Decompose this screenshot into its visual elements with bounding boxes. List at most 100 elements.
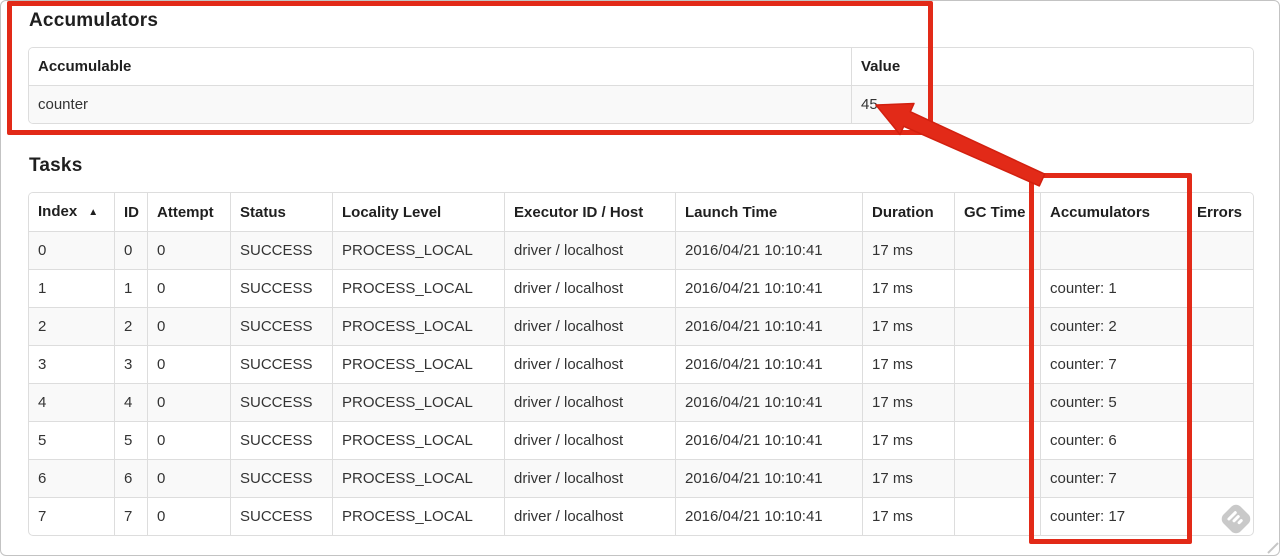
col-header-value[interactable]: Value: [851, 48, 1253, 85]
cell: driver / localhost: [504, 269, 675, 307]
accumulators-section-title: Accumulators: [29, 10, 159, 31]
cell: counter: 7: [1040, 345, 1187, 383]
cell: SUCCESS: [230, 497, 332, 535]
cell: 2016/04/21 10:10:41: [675, 269, 862, 307]
cell: 2016/04/21 10:10:41: [675, 497, 862, 535]
cell: [1040, 231, 1187, 269]
cell: 0: [147, 307, 230, 345]
cell: [1187, 307, 1253, 345]
cell: 2016/04/21 10:10:41: [675, 459, 862, 497]
cell: 0: [147, 421, 230, 459]
col-header-attempt[interactable]: Attempt: [147, 193, 230, 231]
table-row: 5 5 0 SUCCESS PROCESS_LOCAL driver / localhos…: [29, 421, 1253, 459]
table-row: 4 4 0 SUCCESS PROCESS_LOCAL driver / localhos…: [29, 383, 1253, 421]
cell: 0: [147, 269, 230, 307]
cell: 0: [147, 497, 230, 535]
col-header-gc-time[interactable]: GC Time: [954, 193, 1040, 231]
cell: PROCESS_LOCAL: [332, 459, 504, 497]
cell: 17 ms: [862, 459, 954, 497]
col-header-locality-level[interactable]: Locality Level: [332, 193, 504, 231]
col-header-id[interactable]: ID: [114, 193, 147, 231]
cell: PROCESS_LOCAL: [332, 307, 504, 345]
cell: 2016/04/21 10:10:41: [675, 231, 862, 269]
cell: [954, 345, 1040, 383]
tasks-section-title: Tasks: [29, 155, 83, 176]
cell: 6: [114, 459, 147, 497]
cell: SUCCESS: [230, 345, 332, 383]
table-row: 7 7 0 SUCCESS PROCESS_LOCAL driver / localhos…: [29, 497, 1253, 535]
cell: [954, 421, 1040, 459]
cell: 45: [851, 85, 1253, 123]
col-header-executor-id-host[interactable]: Executor ID / Host: [504, 193, 675, 231]
cell: counter: 7: [1040, 459, 1187, 497]
table-row: 2 2 0 SUCCESS PROCESS_LOCAL driver / localhos…: [29, 307, 1253, 345]
cell: 17 ms: [862, 383, 954, 421]
cell: SUCCESS: [230, 231, 332, 269]
cell: [954, 307, 1040, 345]
cell: 17 ms: [862, 269, 954, 307]
cell: PROCESS_LOCAL: [332, 497, 504, 535]
cell: [1187, 345, 1253, 383]
table-row: counter 45: [29, 85, 1253, 123]
cell: 17 ms: [862, 231, 954, 269]
col-header-accumulators[interactable]: Accumulators: [1040, 193, 1187, 231]
cell: SUCCESS: [230, 383, 332, 421]
cell: PROCESS_LOCAL: [332, 269, 504, 307]
cell: counter: 1: [1040, 269, 1187, 307]
cell: 17 ms: [862, 345, 954, 383]
col-header-accumulable[interactable]: Accumulable: [29, 48, 851, 85]
col-header-index-label: Index: [38, 203, 78, 220]
cell: 5: [114, 421, 147, 459]
cell: 7: [29, 497, 114, 535]
cell: counter: 2: [1040, 307, 1187, 345]
cell: 0: [147, 459, 230, 497]
cell: counter: 17: [1040, 497, 1187, 535]
col-header-launch-time[interactable]: Launch Time: [675, 193, 862, 231]
cell: 0: [147, 383, 230, 421]
cell: [954, 497, 1040, 535]
cell: 17 ms: [862, 421, 954, 459]
cell: driver / localhost: [504, 459, 675, 497]
cell: counter: 5: [1040, 383, 1187, 421]
cell: 1: [114, 269, 147, 307]
col-header-errors[interactable]: Errors: [1187, 193, 1253, 231]
cell: [1187, 421, 1253, 459]
cell: 0: [147, 345, 230, 383]
cell: 0: [114, 231, 147, 269]
cell: 3: [29, 345, 114, 383]
cell: 2016/04/21 10:10:41: [675, 307, 862, 345]
cell: [1187, 231, 1253, 269]
col-header-status[interactable]: Status: [230, 193, 332, 231]
table-row: 0 0 0 SUCCESS PROCESS_LOCAL driver / localhos…: [29, 231, 1253, 269]
cell: 17 ms: [862, 307, 954, 345]
cell: SUCCESS: [230, 459, 332, 497]
cell: 1: [29, 269, 114, 307]
tasks-table: Index ▲ ID Attempt Status Locality Level …: [28, 192, 1254, 536]
cell: 4: [29, 383, 114, 421]
cell: 2016/04/21 10:10:41: [675, 345, 862, 383]
cell: PROCESS_LOCAL: [332, 345, 504, 383]
cell: driver / localhost: [504, 231, 675, 269]
col-header-duration[interactable]: Duration: [862, 193, 954, 231]
cell: 17 ms: [862, 497, 954, 535]
cell: driver / localhost: [504, 421, 675, 459]
cell: 7: [114, 497, 147, 535]
cell: driver / localhost: [504, 345, 675, 383]
cell: SUCCESS: [230, 307, 332, 345]
cell: 0: [147, 231, 230, 269]
cell: [1187, 459, 1253, 497]
table-row: 6 6 0 SUCCESS PROCESS_LOCAL driver / localhos…: [29, 459, 1253, 497]
table-row: 1 1 0 SUCCESS PROCESS_LOCAL driver / localhos…: [29, 269, 1253, 307]
cell: [1187, 269, 1253, 307]
cell: [954, 269, 1040, 307]
cell: 2: [114, 307, 147, 345]
cell: [1187, 383, 1253, 421]
col-header-index[interactable]: Index ▲: [29, 193, 114, 231]
cell: 3: [114, 345, 147, 383]
cell: PROCESS_LOCAL: [332, 421, 504, 459]
table-row: 3 3 0 SUCCESS PROCESS_LOCAL driver / localhos…: [29, 345, 1253, 383]
accumulators-table: Accumulable Value counter 45: [28, 47, 1254, 124]
cell: [954, 231, 1040, 269]
resize-grip-icon: [1267, 542, 1279, 554]
cell: PROCESS_LOCAL: [332, 383, 504, 421]
